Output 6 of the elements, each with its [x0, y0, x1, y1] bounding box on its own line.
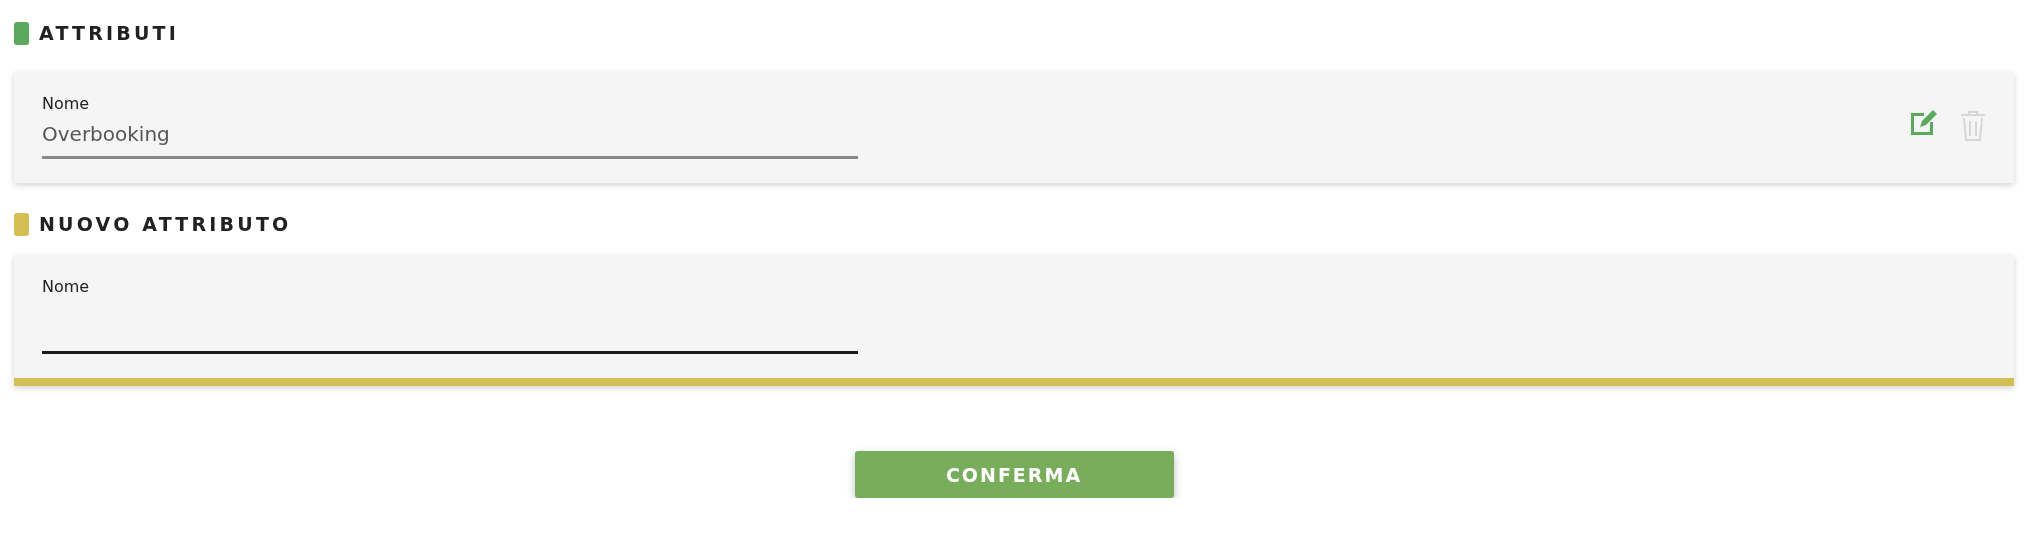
- edit-icon[interactable]: [1908, 108, 1938, 138]
- field-label: Nome: [42, 277, 91, 298]
- field-label: Nome: [42, 94, 91, 115]
- section-title: ATTRIBUTI: [39, 22, 180, 44]
- name-field[interactable]: Overbooking: [42, 116, 858, 159]
- section-title: NUOVO ATTRIBUTO: [39, 213, 292, 235]
